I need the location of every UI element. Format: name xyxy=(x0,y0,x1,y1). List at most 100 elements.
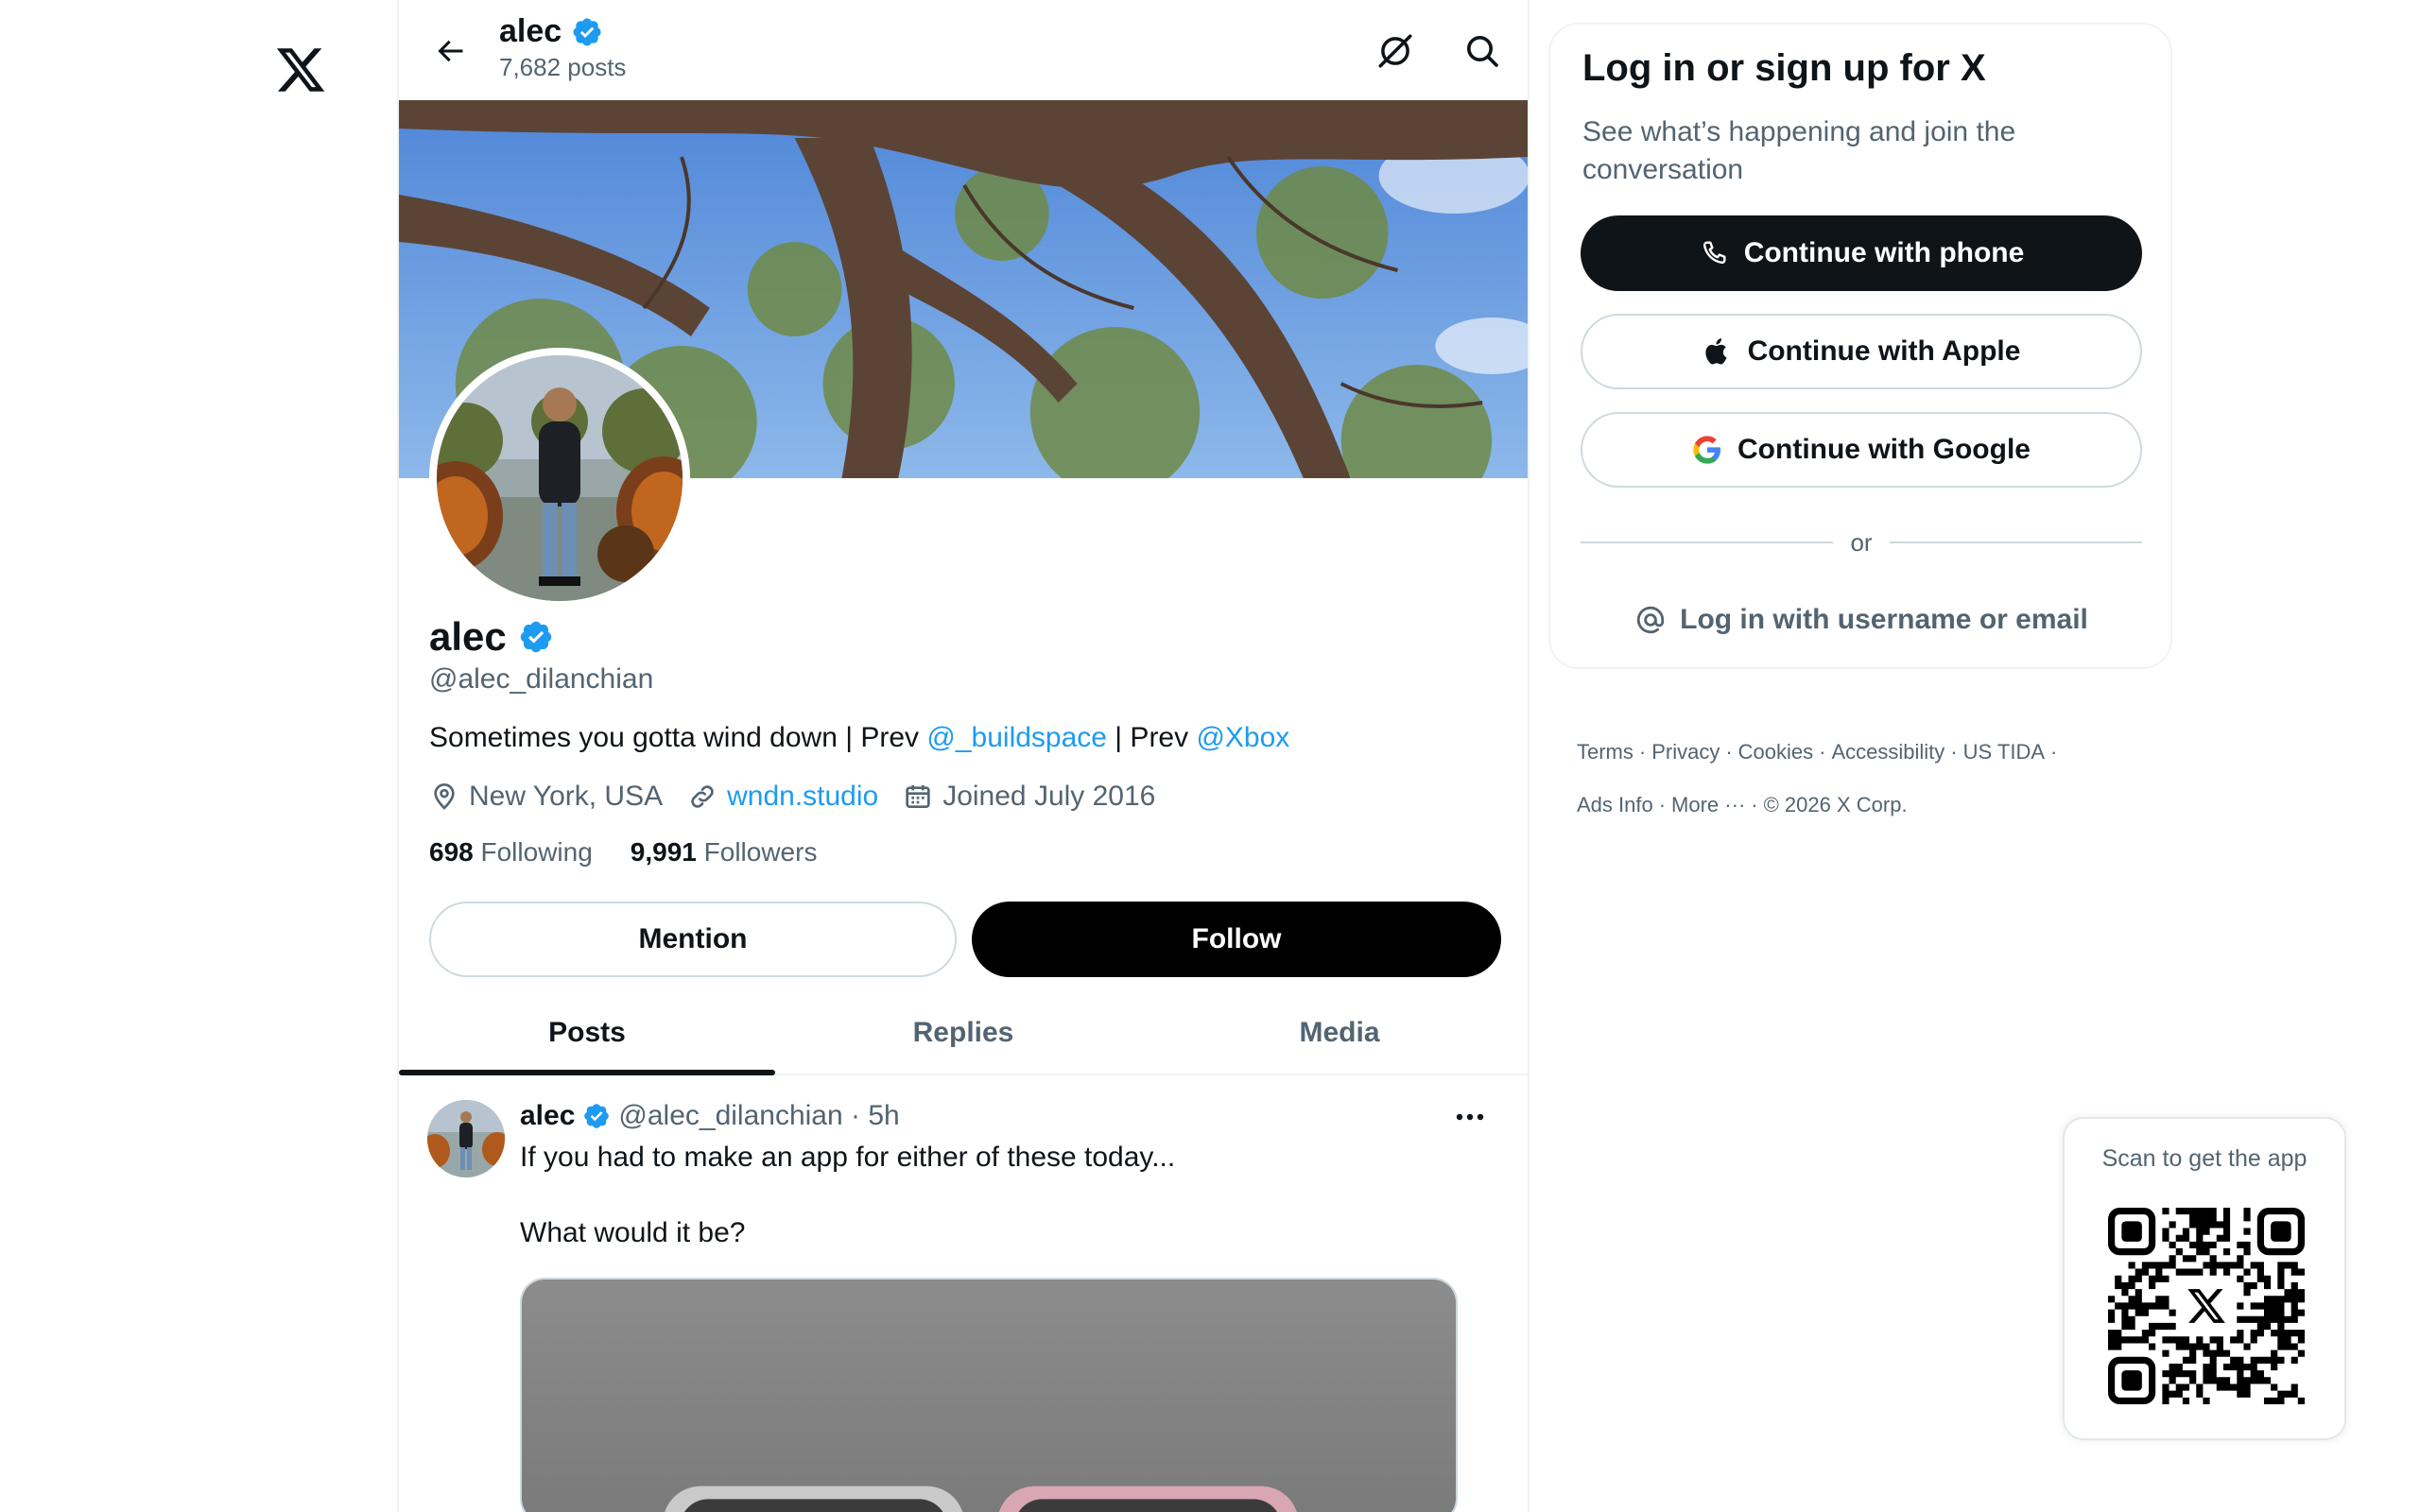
calendar-icon xyxy=(906,785,930,808)
search-button[interactable] xyxy=(1456,25,1509,77)
footer-separator: · xyxy=(1751,793,1758,816)
location-pin-icon xyxy=(434,783,455,810)
profile-name: alec xyxy=(429,614,554,660)
apple-button-label: Continue with Apple xyxy=(1747,335,2021,367)
login-with-username-button[interactable]: Log in with username or email xyxy=(1581,582,2142,658)
footer-separator: · xyxy=(1819,740,1826,764)
profile-tabs: Posts Replies Media xyxy=(399,992,1528,1075)
profile-bio: Sometimes you gotta wind down | Prev @_b… xyxy=(429,722,1289,754)
login-card: Log in or sign up for X See what’s happe… xyxy=(1548,23,2172,669)
website[interactable]: wndn.studio xyxy=(687,781,878,813)
bio-mention-buildspace[interactable]: @_buildspace xyxy=(926,722,1107,753)
profile-name-text: alec xyxy=(429,614,507,659)
divider-line xyxy=(1581,541,1834,543)
verified-badge-icon xyxy=(573,17,601,46)
join-date-text: Joined July 2016 xyxy=(942,781,1156,812)
footer-accessibility-link[interactable]: Accessibility xyxy=(1831,740,1945,764)
post-media[interactable] xyxy=(520,1278,1458,1512)
location-text: New York, USA xyxy=(469,781,664,812)
mention-button[interactable]: Mention xyxy=(429,902,957,977)
post-more-button[interactable] xyxy=(1446,1098,1494,1136)
post-header: alec @alec_dilanchian · 5h xyxy=(520,1100,900,1132)
footer-us-tida-link[interactable]: US TIDA xyxy=(1963,740,2045,764)
tab-posts[interactable]: Posts xyxy=(399,992,775,1075)
follow-button[interactable]: Follow xyxy=(972,902,1501,977)
profile-meta: New York, USA wndn.studio Joined July 20… xyxy=(429,781,1155,813)
post-text-line: What would it be? xyxy=(520,1217,746,1248)
footer-separator: · xyxy=(2050,740,2058,764)
post-avatar[interactable] xyxy=(427,1100,505,1177)
link-icon xyxy=(691,785,714,808)
footer-row: Ads Info · More ··· · © 2026 X Corp. xyxy=(1577,779,2144,832)
following-stat[interactable]: 698 Following xyxy=(429,837,593,868)
search-icon xyxy=(1467,36,1498,67)
footer-separator: · xyxy=(1638,740,1647,764)
tab-replies[interactable]: Replies xyxy=(775,992,1151,1074)
grok-button[interactable] xyxy=(1369,25,1422,77)
post-avatar-image xyxy=(427,1100,505,1177)
footer-row: Terms · Privacy · Cookies · Accessibility · US T… xyxy=(1577,726,2144,779)
post-text-line: If you had to make an app for either of … xyxy=(520,1142,1176,1173)
tab-media[interactable]: Media xyxy=(1151,992,1528,1074)
qr-card[interactable]: Scan to get the app xyxy=(2063,1117,2346,1440)
bio-mention-xbox[interactable]: @Xbox xyxy=(1196,722,1289,753)
location: New York, USA xyxy=(429,781,663,813)
login-subtitle: See what’s happening and join the conver… xyxy=(1582,116,2016,185)
avatar-image xyxy=(437,355,683,601)
grok-icon xyxy=(1378,34,1412,68)
footer-privacy-link[interactable]: Privacy xyxy=(1651,740,1720,764)
continue-with-phone-button[interactable]: Continue with phone xyxy=(1581,215,2142,291)
footer-ads-info-link[interactable]: Ads Info xyxy=(1577,793,1653,816)
more-horizontal-icon xyxy=(1456,1113,1484,1121)
profile-column: alec 7,682 posts alec @alec_dilanchian S… xyxy=(397,0,1530,1512)
followers-stat[interactable]: 9,991 Followers xyxy=(631,837,818,868)
x-logo-icon[interactable] xyxy=(274,43,327,96)
following-count: 698 xyxy=(429,837,474,867)
following-label: Following xyxy=(480,837,593,867)
post-count: 7,682 posts xyxy=(499,53,627,81)
username-button-label: Log in with username or email xyxy=(1680,604,2088,635)
continue-with-apple-button[interactable]: Continue with Apple xyxy=(1581,314,2142,389)
or-divider: or xyxy=(1581,524,2142,561)
footer-separator: · xyxy=(1725,740,1733,764)
continue-with-google-button[interactable]: Continue with Google xyxy=(1581,412,2142,488)
google-icon xyxy=(1693,436,1721,464)
footer-separator: · xyxy=(1950,740,1958,764)
followers-count: 9,991 xyxy=(630,837,697,867)
footer-terms-link[interactable]: Terms xyxy=(1577,740,1634,764)
phone-button-label: Continue with phone xyxy=(1743,237,2025,268)
footer-copyright: © 2026 X Corp. xyxy=(1763,793,1908,816)
profile-stats: 698 Following 9,991 Followers xyxy=(429,837,817,868)
or-text: or xyxy=(1850,527,1873,557)
profile-handle: @alec_dilanchian xyxy=(429,663,654,695)
qr-title: Scan to get the app xyxy=(2101,1145,2308,1172)
google-button-label: Continue with Google xyxy=(1737,434,2031,465)
header-name-text: alec xyxy=(499,13,562,49)
footer-more-link[interactable]: More ··· xyxy=(1671,793,1745,816)
footer-separator: · xyxy=(1658,793,1667,816)
profile-header: alec 7,682 posts xyxy=(399,0,1528,100)
login-title: Log in or sign up for X xyxy=(1582,47,1986,89)
profile-avatar[interactable] xyxy=(429,348,690,609)
website-link[interactable]: wndn.studio xyxy=(727,781,878,813)
phone-icon xyxy=(1703,241,1726,265)
apple-icon xyxy=(1704,338,1727,365)
followers-label: Followers xyxy=(703,837,818,867)
left-rail xyxy=(0,0,397,1512)
arrow-left-icon xyxy=(438,40,463,62)
verified-badge-icon[interactable] xyxy=(518,619,554,655)
qr-code-icon xyxy=(2108,1208,2305,1404)
post-author[interactable]: alec xyxy=(520,1100,575,1132)
divider-line xyxy=(1889,541,2142,543)
footer-links: Terms · Privacy · Cookies · Accessibility · US T… xyxy=(1577,726,2144,832)
at-sign-icon xyxy=(1637,606,1665,634)
header-title: alec xyxy=(499,13,603,50)
bio-text-separator: | Prev xyxy=(1106,722,1197,753)
footer-cookies-link[interactable]: Cookies xyxy=(1738,740,1813,764)
post[interactable]: alec @alec_dilanchian · 5h If you had to… xyxy=(399,1077,1528,1512)
post-handle-time[interactable]: @alec_dilanchian · 5h xyxy=(618,1100,899,1132)
more-dots-icon: ··· xyxy=(1724,793,1746,816)
verified-badge-icon xyxy=(584,1104,610,1128)
back-button[interactable] xyxy=(425,26,475,76)
footer-more-label: More xyxy=(1671,793,1720,816)
